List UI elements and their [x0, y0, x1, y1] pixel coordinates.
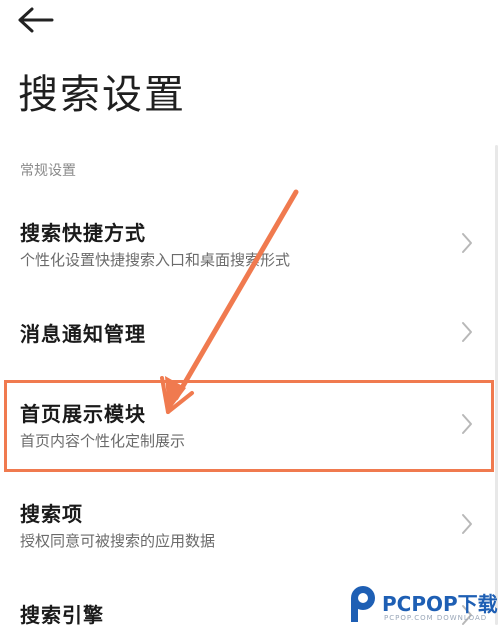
- settings-item-notification-management[interactable]: 消息通知管理: [0, 300, 500, 364]
- watermark-tagline: PCPOP.COM DOWNLOAD: [384, 614, 488, 622]
- watermark-brand: PCPOP下载: [382, 592, 498, 616]
- settings-item-title: 消息通知管理: [20, 322, 146, 346]
- settings-item-title: 搜索引擎: [20, 603, 104, 627]
- watermark: PCPOP下载 PCPOP.COM DOWNLOAD: [344, 580, 500, 630]
- settings-item-search-shortcuts[interactable]: 搜索快捷方式 个性化设置快捷搜索入口和桌面搜索形式: [0, 205, 500, 285]
- settings-item-subtitle: 授权同意可被搜索的应用数据: [20, 532, 216, 550]
- settings-item-subtitle: 首页内容个性化定制展示: [20, 432, 186, 450]
- settings-item-title: 搜索快捷方式: [20, 221, 146, 245]
- settings-item-subtitle: 个性化设置快捷搜索入口和桌面搜索形式: [20, 251, 291, 269]
- chevron-right-icon: [462, 414, 472, 434]
- section-header-general: 常规设置: [20, 163, 76, 179]
- chevron-right-icon: [462, 514, 472, 534]
- chevron-right-icon: [462, 233, 472, 253]
- settings-item-homepage-modules[interactable]: 首页展示模块 首页内容个性化定制展示: [0, 384, 500, 470]
- chevron-right-icon: [462, 322, 472, 342]
- settings-item-search-items[interactable]: 搜索项 授权同意可被搜索的应用数据: [0, 486, 500, 566]
- pcpop-logo-icon: [351, 586, 375, 622]
- page-title: 搜索设置: [18, 72, 186, 118]
- settings-item-title: 搜索项: [20, 502, 83, 526]
- back-arrow-icon[interactable]: [16, 6, 56, 34]
- scrollbar[interactable]: [495, 145, 498, 625]
- settings-item-title: 首页展示模块: [20, 402, 146, 426]
